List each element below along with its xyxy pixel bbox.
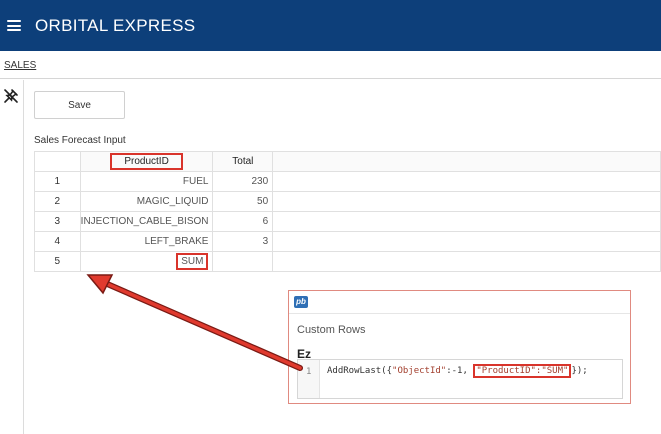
cell-productid[interactable]: LEFT_BRAKE [79, 231, 214, 252]
cell-total[interactable]: 3 [212, 231, 274, 252]
table-row[interactable]: 5 SUM [34, 251, 661, 272]
section-title: Sales Forecast Input [34, 135, 126, 146]
cell-productid[interactable]: SUM [79, 251, 214, 272]
productid-header-label: ProductID [110, 153, 183, 170]
code-suffix: }); [571, 366, 588, 376]
column-header-empty [272, 151, 661, 172]
data-grid: ProductID Total 1 FUEL 230 2 MAGIC_LIQUI… [34, 151, 661, 272]
panel-divider [289, 313, 630, 314]
code-prefix: AddRowLast({ [327, 366, 393, 376]
code-gutter: 1 [298, 360, 320, 398]
cell-empty [272, 251, 661, 272]
app-title: ORBITAL EXPRESS [35, 15, 196, 35]
sum-cell-label: SUM [176, 253, 209, 270]
cell-empty [272, 211, 661, 232]
cell-productid[interactable]: FUEL [79, 171, 214, 192]
table-row[interactable]: 1 FUEL 230 [34, 171, 661, 192]
column-header-productid[interactable]: ProductID [79, 151, 214, 172]
code-editor[interactable]: 1 AddRowLast({"ObjectId":-1, "ProductID"… [297, 359, 623, 399]
table-row[interactable]: 3 INJECTION_CABLE_BISON 6 [34, 211, 661, 232]
app-header: ORBITAL EXPRESS [0, 0, 661, 51]
cell-total[interactable]: 50 [212, 191, 274, 212]
cell-total[interactable]: 6 [212, 211, 274, 232]
cell-empty [272, 231, 661, 252]
cell-empty [272, 171, 661, 192]
hamburger-menu-icon[interactable] [7, 20, 21, 31]
unpin-icon[interactable] [3, 88, 19, 104]
table-row[interactable]: 4 LEFT_BRAKE 3 [34, 231, 661, 252]
left-rail [0, 80, 24, 434]
cell-productid[interactable]: INJECTION_CABLE_BISON [79, 211, 214, 232]
row-number: 4 [34, 231, 81, 252]
tab-sales[interactable]: SALES [4, 60, 36, 71]
cell-empty [272, 191, 661, 212]
table-row[interactable]: 2 MAGIC_LIQUID 50 [34, 191, 661, 212]
row-number-header [34, 151, 81, 172]
line-number: 1 [306, 367, 312, 377]
column-header-total[interactable]: Total [212, 151, 274, 172]
tab-bar: SALES [0, 51, 661, 79]
code-key-objectid: "ObjectId" [392, 366, 447, 376]
row-number: 1 [34, 171, 81, 192]
cell-productid[interactable]: MAGIC_LIQUID [79, 191, 214, 212]
cell-total[interactable]: 230 [212, 171, 274, 192]
cell-total[interactable] [212, 251, 274, 272]
code-highlight-productid-sum: "ProductID":"SUM" [473, 364, 572, 378]
row-number: 3 [34, 211, 81, 232]
row-number: 2 [34, 191, 81, 212]
panel-title: Custom Rows [297, 324, 366, 336]
code-mid: :-1, [446, 366, 474, 376]
pb-logo-icon: pb [294, 296, 308, 308]
save-button[interactable]: Save [34, 91, 125, 119]
code-line[interactable]: AddRowLast({"ObjectId":-1, "ProductID":"… [327, 364, 588, 378]
row-number: 5 [34, 251, 81, 272]
custom-rows-panel: pb Custom Rows Ez 1 AddRowLast({"ObjectI… [288, 290, 631, 404]
